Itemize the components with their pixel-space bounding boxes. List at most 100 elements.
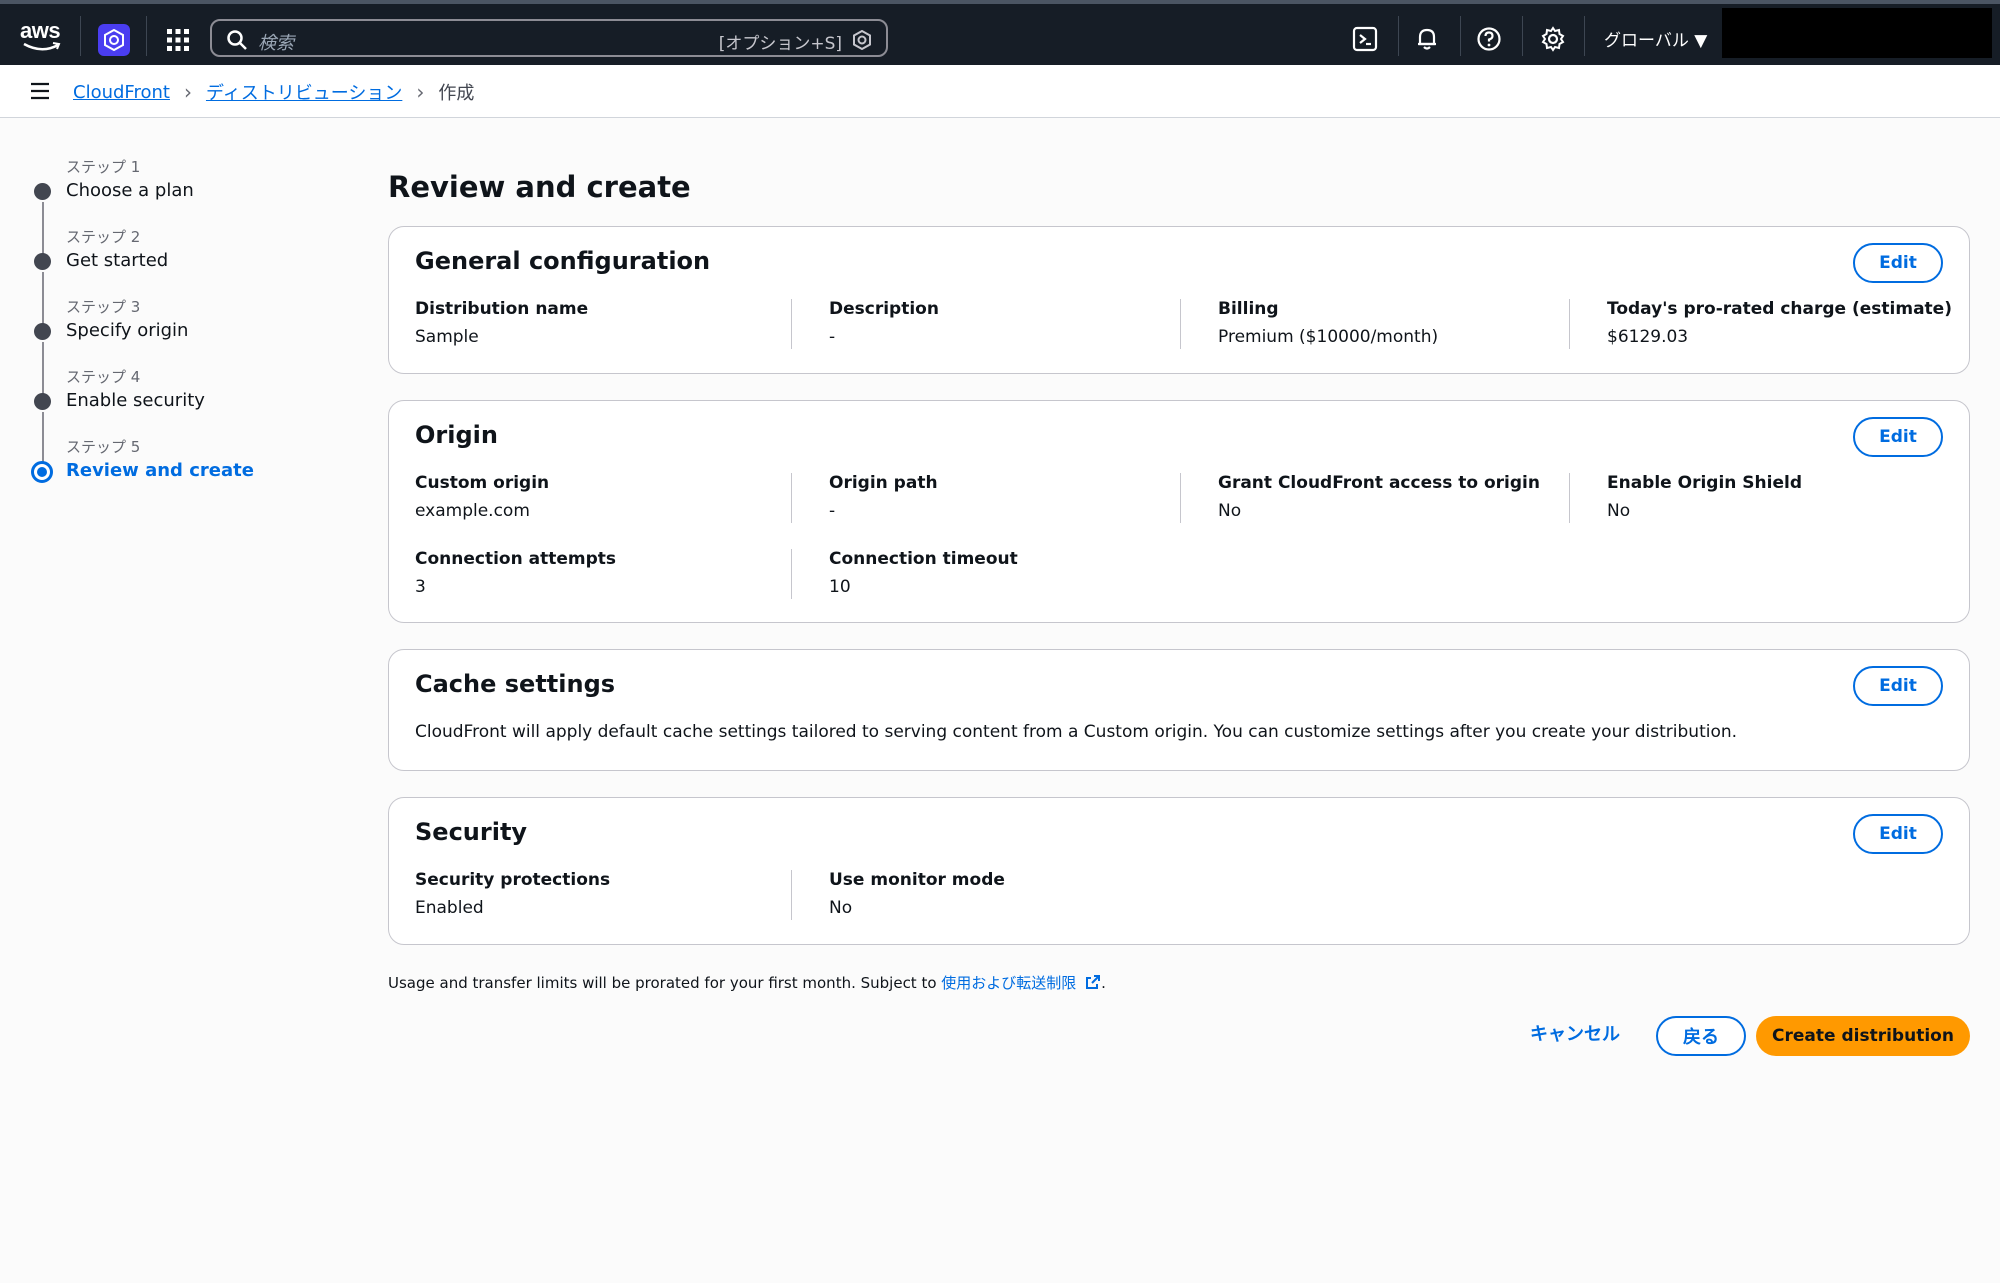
- step-title: Enable security: [66, 390, 205, 411]
- field-distribution-name: Distribution name Sample: [415, 299, 785, 347]
- page-title: Review and create: [388, 170, 691, 204]
- step-title: Review and create: [66, 460, 254, 481]
- step-title: Specify origin: [66, 320, 189, 341]
- cloudfront-service-icon: [104, 29, 124, 51]
- cloudshell-icon[interactable]: [1352, 26, 1378, 52]
- hamburger-menu-icon[interactable]: [30, 81, 50, 101]
- breadcrumb: CloudFront › ディストリビューション › 作成: [73, 79, 474, 105]
- back-button[interactable]: 戻る: [1656, 1016, 1746, 1056]
- step-connector: [42, 412, 44, 466]
- search-icon: [227, 30, 247, 50]
- usage-limits-link-label: 使用および転送制限: [941, 974, 1077, 992]
- column-divider: [1569, 473, 1570, 523]
- aws-logo[interactable]: aws: [20, 18, 64, 54]
- card-title: General configuration: [415, 247, 711, 275]
- step-number: ステップ 5: [66, 438, 141, 456]
- step-connector: [42, 272, 44, 326]
- proration-footnote: Usage and transfer limits will be prorat…: [388, 972, 1106, 993]
- breadcrumb-link-distributions[interactable]: ディストリビューション: [206, 79, 402, 105]
- edit-cache-button[interactable]: Edit: [1853, 666, 1943, 706]
- nav-divider: [1398, 16, 1399, 56]
- amazon-q-icon: [853, 30, 871, 50]
- card-title: Origin: [415, 421, 498, 449]
- field-connection-timeout: Connection timeout 10: [829, 549, 1199, 597]
- step-number: ステップ 3: [66, 298, 141, 316]
- usage-limits-link[interactable]: 使用および転送制限: [941, 974, 1101, 992]
- notifications-bell-icon[interactable]: [1414, 26, 1440, 52]
- aws-logo-text: aws: [20, 18, 61, 43]
- breadcrumb-link-cloudfront[interactable]: CloudFront: [73, 82, 170, 103]
- help-icon[interactable]: [1476, 26, 1502, 52]
- field-grant-access: Grant CloudFront access to origin No: [1218, 473, 1588, 521]
- field-value: Premium ($10000/month): [1218, 327, 1439, 347]
- field-label: Grant CloudFront access to origin: [1218, 473, 1540, 493]
- field-label: Custom origin: [415, 473, 550, 493]
- nav-divider: [1584, 16, 1585, 56]
- top-navigation: aws 検索 [オプション+S] グローバル ▼: [0, 0, 2000, 65]
- field-monitor-mode: Use monitor mode No: [829, 870, 1199, 918]
- step-number: ステップ 4: [66, 368, 141, 386]
- field-label: Enable Origin Shield: [1607, 473, 1803, 493]
- field-label: Connection attempts: [415, 549, 617, 569]
- field-value: -: [829, 327, 836, 347]
- external-link-icon: [1086, 975, 1101, 989]
- nav-divider: [146, 16, 147, 56]
- apps-grid-icon[interactable]: [164, 26, 192, 54]
- field-value: No: [829, 898, 853, 918]
- field-label: Security protections: [415, 870, 611, 890]
- edit-security-button[interactable]: Edit: [1853, 814, 1943, 854]
- step-number: ステップ 2: [66, 228, 141, 246]
- footnote-end: .: [1101, 974, 1106, 992]
- field-value: 10: [829, 577, 851, 597]
- cache-settings-card: Cache settings Edit CloudFront will appl…: [388, 649, 1970, 771]
- account-menu-redacted[interactable]: [1722, 8, 1992, 58]
- edit-origin-button[interactable]: Edit: [1853, 417, 1943, 457]
- field-label: Origin path: [829, 473, 938, 493]
- step-connector: [42, 342, 44, 396]
- field-label: Today's pro-rated charge (estimate): [1607, 299, 1952, 319]
- breadcrumb-current: 作成: [438, 83, 475, 104]
- field-billing: Billing Premium ($10000/month): [1218, 299, 1588, 347]
- step-connector: [42, 202, 44, 256]
- field-security-protections: Security protections Enabled: [415, 870, 785, 918]
- edit-general-button[interactable]: Edit: [1853, 243, 1943, 283]
- footnote-text: Usage and transfer limits will be prorat…: [388, 974, 942, 992]
- cancel-button[interactable]: キャンセル: [1530, 1020, 1620, 1046]
- field-label: Connection timeout: [829, 549, 1018, 569]
- breadcrumb-bar: CloudFront › ディストリビューション › 作成: [0, 65, 2000, 118]
- step-status-dot: [34, 393, 51, 410]
- nav-divider: [80, 16, 81, 56]
- search-input[interactable]: 検索 [オプション+S]: [210, 19, 888, 57]
- field-label: Use monitor mode: [829, 870, 1005, 890]
- card-title: Cache settings: [415, 670, 616, 698]
- column-divider: [791, 473, 792, 523]
- step-status-dot: [34, 253, 51, 270]
- create-distribution-button[interactable]: Create distribution: [1756, 1016, 1970, 1056]
- field-connection-attempts: Connection attempts 3: [415, 549, 785, 597]
- general-configuration-card: General configuration Edit Distribution …: [388, 226, 1970, 374]
- region-selector[interactable]: グローバル ▼: [1604, 26, 1707, 51]
- column-divider: [791, 870, 792, 920]
- step-current-indicator-icon: [31, 461, 53, 483]
- field-value: No: [1218, 501, 1242, 521]
- column-divider: [791, 549, 792, 599]
- origin-card: Origin Edit Custom origin example.com Or…: [388, 400, 1970, 623]
- search-placeholder: 検索: [258, 33, 294, 54]
- field-value: example.com: [415, 501, 530, 521]
- field-origin-path: Origin path -: [829, 473, 1199, 521]
- field-description: Description -: [829, 299, 1199, 347]
- field-value: 3: [415, 577, 426, 597]
- chevron-right-icon: ›: [416, 80, 425, 104]
- service-icon[interactable]: [98, 24, 130, 56]
- field-label: Description: [829, 299, 939, 319]
- field-value: No: [1607, 501, 1631, 521]
- chevron-right-icon: ›: [183, 80, 192, 104]
- card-title: Security: [415, 818, 528, 846]
- settings-gear-icon[interactable]: [1540, 26, 1566, 52]
- field-prorated-charge: Today's pro-rated charge (estimate) $612…: [1607, 299, 1977, 347]
- column-divider: [1180, 299, 1181, 349]
- field-label: Distribution name: [415, 299, 589, 319]
- field-value: -: [829, 501, 836, 521]
- step-number: ステップ 1: [66, 158, 141, 176]
- cache-settings-description: CloudFront will apply default cache sett…: [415, 722, 1738, 742]
